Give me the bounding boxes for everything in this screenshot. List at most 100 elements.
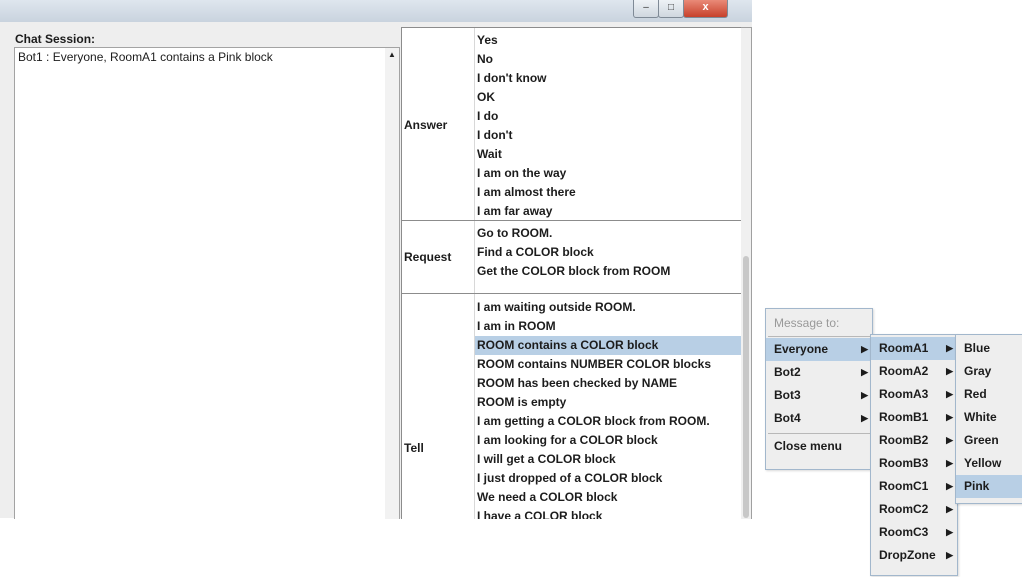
menu-item-label: RoomA2 [879,364,929,378]
tell-option[interactable]: I am waiting outside ROOM. [475,298,741,317]
tell-option[interactable]: We need a COLOR block [475,488,741,507]
answer-option[interactable]: I don't know [475,69,741,88]
tell-option-selected[interactable]: ROOM contains a COLOR block [475,336,741,355]
menu-item-color[interactable]: Yellow [956,452,1022,475]
menu-header: Message to: [774,316,840,330]
submenu-arrow-icon: ▶ [861,367,868,377]
answer-option[interactable]: I do [475,107,741,126]
chat-log[interactable]: Bot1 : Everyone, RoomA1 contains a Pink … [14,47,386,519]
section-answer: Answer Yes No I don't know OK I do I don… [402,28,741,221]
menu-item-color[interactable]: Blue [956,337,1022,360]
menu-item-label: Bot2 [774,365,801,379]
tell-option[interactable]: I am in ROOM [475,317,741,336]
menu-item-label: Bot3 [774,388,801,402]
command-scrollbar-thumb[interactable] [743,256,749,518]
menu-item-label: RoomB1 [879,410,929,424]
command-scrollbar[interactable] [741,27,752,519]
request-option[interactable]: Go to ROOM. [475,224,741,243]
submenu-arrow-icon: ▶ [946,550,953,560]
submenu-arrow-icon: ▶ [946,527,953,537]
scroll-up-icon[interactable]: ▲ [385,48,399,62]
menu-item-color[interactable]: Red [956,383,1022,406]
close-button[interactable]: x [683,0,728,18]
menu-item-everyone[interactable]: Everyone ▶ [766,338,872,361]
answer-option[interactable]: I don't [475,126,741,145]
menu-item-label: DropZone [879,548,936,562]
chat-message: Bot1 : Everyone, RoomA1 contains a Pink … [18,50,273,64]
menu-item-room[interactable]: RoomC1 ▶ [871,475,957,498]
submenu-arrow-icon: ▶ [861,344,868,354]
answer-option[interactable]: I am far away [475,202,741,221]
menu-item-room[interactable]: RoomB2 ▶ [871,429,957,452]
menu-item-label: Everyone [774,342,829,356]
menu-separator [768,433,870,434]
menu-item-label: Bot4 [774,411,801,425]
menu-item-room[interactable]: RoomA1 ▶ [871,337,957,360]
menu-item-room[interactable]: DropZone ▶ [871,544,957,567]
menu-item-label: RoomB2 [879,433,929,447]
menu-item-color-selected[interactable]: Pink [956,475,1022,498]
submenu-arrow-icon: ▶ [946,435,953,445]
tell-option[interactable]: I have a COLOR block [475,507,741,519]
menu-item-room[interactable]: RoomC2 ▶ [871,498,957,521]
answer-option[interactable]: I am on the way [475,164,741,183]
maximize-button[interactable]: □ [658,0,684,18]
chat-scrollbar[interactable]: ▲ [385,47,400,519]
section-label-answer: Answer [404,118,448,132]
menu-item-label: RoomC2 [879,502,929,516]
maximize-icon: □ [667,2,675,13]
menu-item-bot4[interactable]: Bot4 ▶ [766,407,872,430]
answer-option[interactable]: Yes [475,31,741,50]
minimize-icon: – [643,2,649,13]
menu-item-room[interactable]: RoomC3 ▶ [871,521,957,544]
recipient-menu: Message to: Everyone ▶ Bot2 ▶ Bot3 ▶ Bot4 ▶ … [765,308,873,470]
answer-option[interactable]: I am almost there [475,183,741,202]
menu-item-bot3[interactable]: Bot3 ▶ [766,384,872,407]
submenu-arrow-icon: ▶ [946,481,953,491]
submenu-arrow-icon: ▶ [946,389,953,399]
submenu-arrow-icon: ▶ [861,390,868,400]
answer-option[interactable]: Wait [475,145,741,164]
menu-item-room[interactable]: RoomB1 ▶ [871,406,957,429]
tell-options: I am waiting outside ROOM. I am in ROOM … [474,294,741,519]
minimize-button[interactable]: – [633,0,659,18]
menu-item-room[interactable]: RoomA2 ▶ [871,360,957,383]
menu-item-color[interactable]: White [956,406,1022,429]
submenu-arrow-icon: ▶ [946,458,953,468]
menu-item-color[interactable]: Gray [956,360,1022,383]
answer-option[interactable]: OK [475,88,741,107]
tell-option[interactable]: I just dropped of a COLOR block [475,469,741,488]
menu-item-label: RoomA1 [879,341,929,355]
request-options: Go to ROOM. Find a COLOR block Get the C… [474,221,741,293]
tell-option[interactable]: ROOM is empty [475,393,741,412]
tell-option[interactable]: ROOM has been checked by NAME [475,374,741,393]
close-menu-item[interactable]: Close menu [766,435,872,458]
submenu-arrow-icon: ▶ [946,366,953,376]
menu-separator [768,336,870,337]
request-option[interactable]: Get the COLOR block from ROOM [475,262,741,281]
chat-session-title: Chat Session: [15,32,96,46]
main-window: Chat Session: Bot1 : Everyone, RoomA1 co… [0,22,752,519]
answer-option[interactable]: No [475,50,741,69]
tell-option[interactable]: ROOM contains NUMBER COLOR blocks [475,355,741,374]
menu-item-room[interactable]: RoomB3 ▶ [871,452,957,475]
submenu-arrow-icon: ▶ [946,343,953,353]
tell-option[interactable]: I am looking for a COLOR block [475,431,741,450]
rooms-menu: RoomA1 ▶ RoomA2 ▶ RoomA3 ▶ RoomB1 ▶ RoomB2 ▶ … [870,334,958,576]
menu-item-label: RoomA3 [879,387,929,401]
menu-item-room[interactable]: RoomA3 ▶ [871,383,957,406]
menu-item-color[interactable]: Green [956,429,1022,452]
menu-item-bot2[interactable]: Bot2 ▶ [766,361,872,384]
submenu-arrow-icon: ▶ [946,504,953,514]
section-label-tell: Tell [404,441,424,455]
colors-menu: Blue Gray Red White Green Yellow Pink [955,334,1022,504]
answer-options: Yes No I don't know OK I do I don't Wait… [474,28,741,221]
menu-item-label: RoomB3 [879,456,929,470]
submenu-arrow-icon: ▶ [861,413,868,423]
window-titlebar: – □ x [0,0,752,23]
menu-item-label: RoomC1 [879,479,929,493]
command-table: Answer Yes No I don't know OK I do I don… [401,27,742,519]
request-option[interactable]: Find a COLOR block [475,243,741,262]
tell-option[interactable]: I will get a COLOR block [475,450,741,469]
tell-option[interactable]: I am getting a COLOR block from ROOM. [475,412,741,431]
